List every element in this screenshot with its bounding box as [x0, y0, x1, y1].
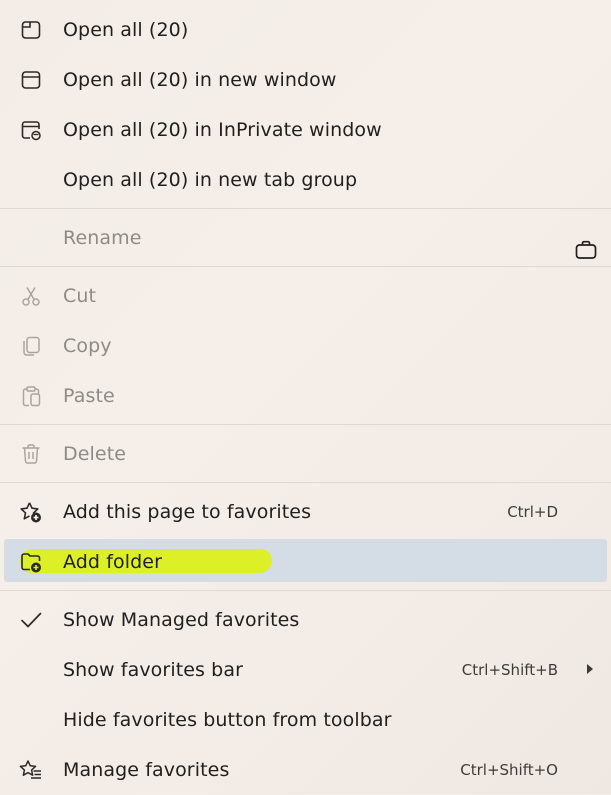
menu-item-show-favorites-bar[interactable]: Show favorites bar Ctrl+Shift+B: [0, 645, 611, 695]
menu-item-show-managed-favorites[interactable]: Show Managed favorites: [0, 595, 611, 645]
menu-item-manage-favorites[interactable]: Manage favorites Ctrl+Shift+O: [0, 745, 611, 795]
menu-item-label: Hide favorites button from toolbar: [63, 709, 392, 731]
menu-item-label: Copy: [63, 335, 112, 357]
inprivate-window-icon: [18, 118, 44, 142]
menu-item-add-page-to-favorites[interactable]: Add this page to favorites Ctrl+D: [0, 487, 611, 537]
favorites-list-icon: [18, 758, 44, 782]
folder-add-icon: [18, 550, 44, 574]
submenu-arrow-icon: [587, 664, 593, 674]
menu-item-label: Manage favorites: [63, 759, 230, 781]
checkmark-icon: [18, 608, 44, 632]
menu-item-hide-favorites-button[interactable]: Hide favorites button from toolbar: [0, 695, 611, 745]
trash-icon: [18, 442, 44, 466]
copy-icon: [18, 334, 44, 358]
clipboard-icon: [18, 384, 44, 408]
menu-item-label: Rename: [63, 227, 142, 249]
menu-separator: [0, 482, 611, 483]
window-icon: [18, 68, 44, 92]
menu-item-shortcut: Ctrl+Shift+O: [460, 761, 558, 779]
menu-separator: [0, 266, 611, 267]
menu-separator: [0, 590, 611, 591]
menu-item-copy[interactable]: Copy: [0, 321, 611, 371]
menu-item-add-folder[interactable]: Add folder: [0, 537, 611, 587]
menu-item-label: Show Managed favorites: [63, 609, 300, 631]
menu-item-open-all-new-window[interactable]: Open all (20) in new window: [0, 55, 611, 105]
menu-item-label: Cut: [63, 285, 97, 307]
menu-item-open-all-inprivate[interactable]: Open all (20) in InPrivate window: [0, 105, 611, 155]
menu-item-shortcut: Ctrl+Shift+B: [461, 661, 558, 679]
menu-item-label: Open all (20) in InPrivate window: [63, 119, 382, 141]
menu-item-label: Open all (20) in new tab group: [63, 169, 358, 191]
menu-item-cut[interactable]: Cut: [0, 271, 611, 321]
menu-item-label: Show favorites bar: [63, 659, 243, 681]
menu-item-delete[interactable]: Delete: [0, 429, 611, 479]
menu-item-paste[interactable]: Paste: [0, 371, 611, 421]
menu-item-label: Delete: [63, 443, 127, 465]
star-add-icon: [18, 500, 44, 524]
menu-separator: [0, 208, 611, 209]
menu-item-open-all[interactable]: Open all (20): [0, 5, 611, 55]
menu-item-shortcut: Ctrl+D: [507, 503, 558, 521]
menu-item-label: Add folder: [63, 551, 162, 573]
menu-item-label: Open all (20): [63, 19, 189, 41]
menu-item-label: Open all (20) in new window: [63, 69, 337, 91]
briefcase-icon: [574, 239, 598, 261]
menu-item-label: Paste: [63, 385, 115, 407]
scissors-icon: [18, 284, 44, 308]
menu-separator: [0, 424, 611, 425]
tab-icon: [18, 18, 44, 42]
menu-item-open-all-tab-group[interactable]: Open all (20) in new tab group: [0, 155, 611, 205]
menu-item-rename[interactable]: Rename: [0, 213, 611, 263]
favorites-context-menu: Open all (20) Open all (20) in new windo…: [0, 0, 611, 794]
menu-item-label: Add this page to favorites: [63, 501, 312, 523]
